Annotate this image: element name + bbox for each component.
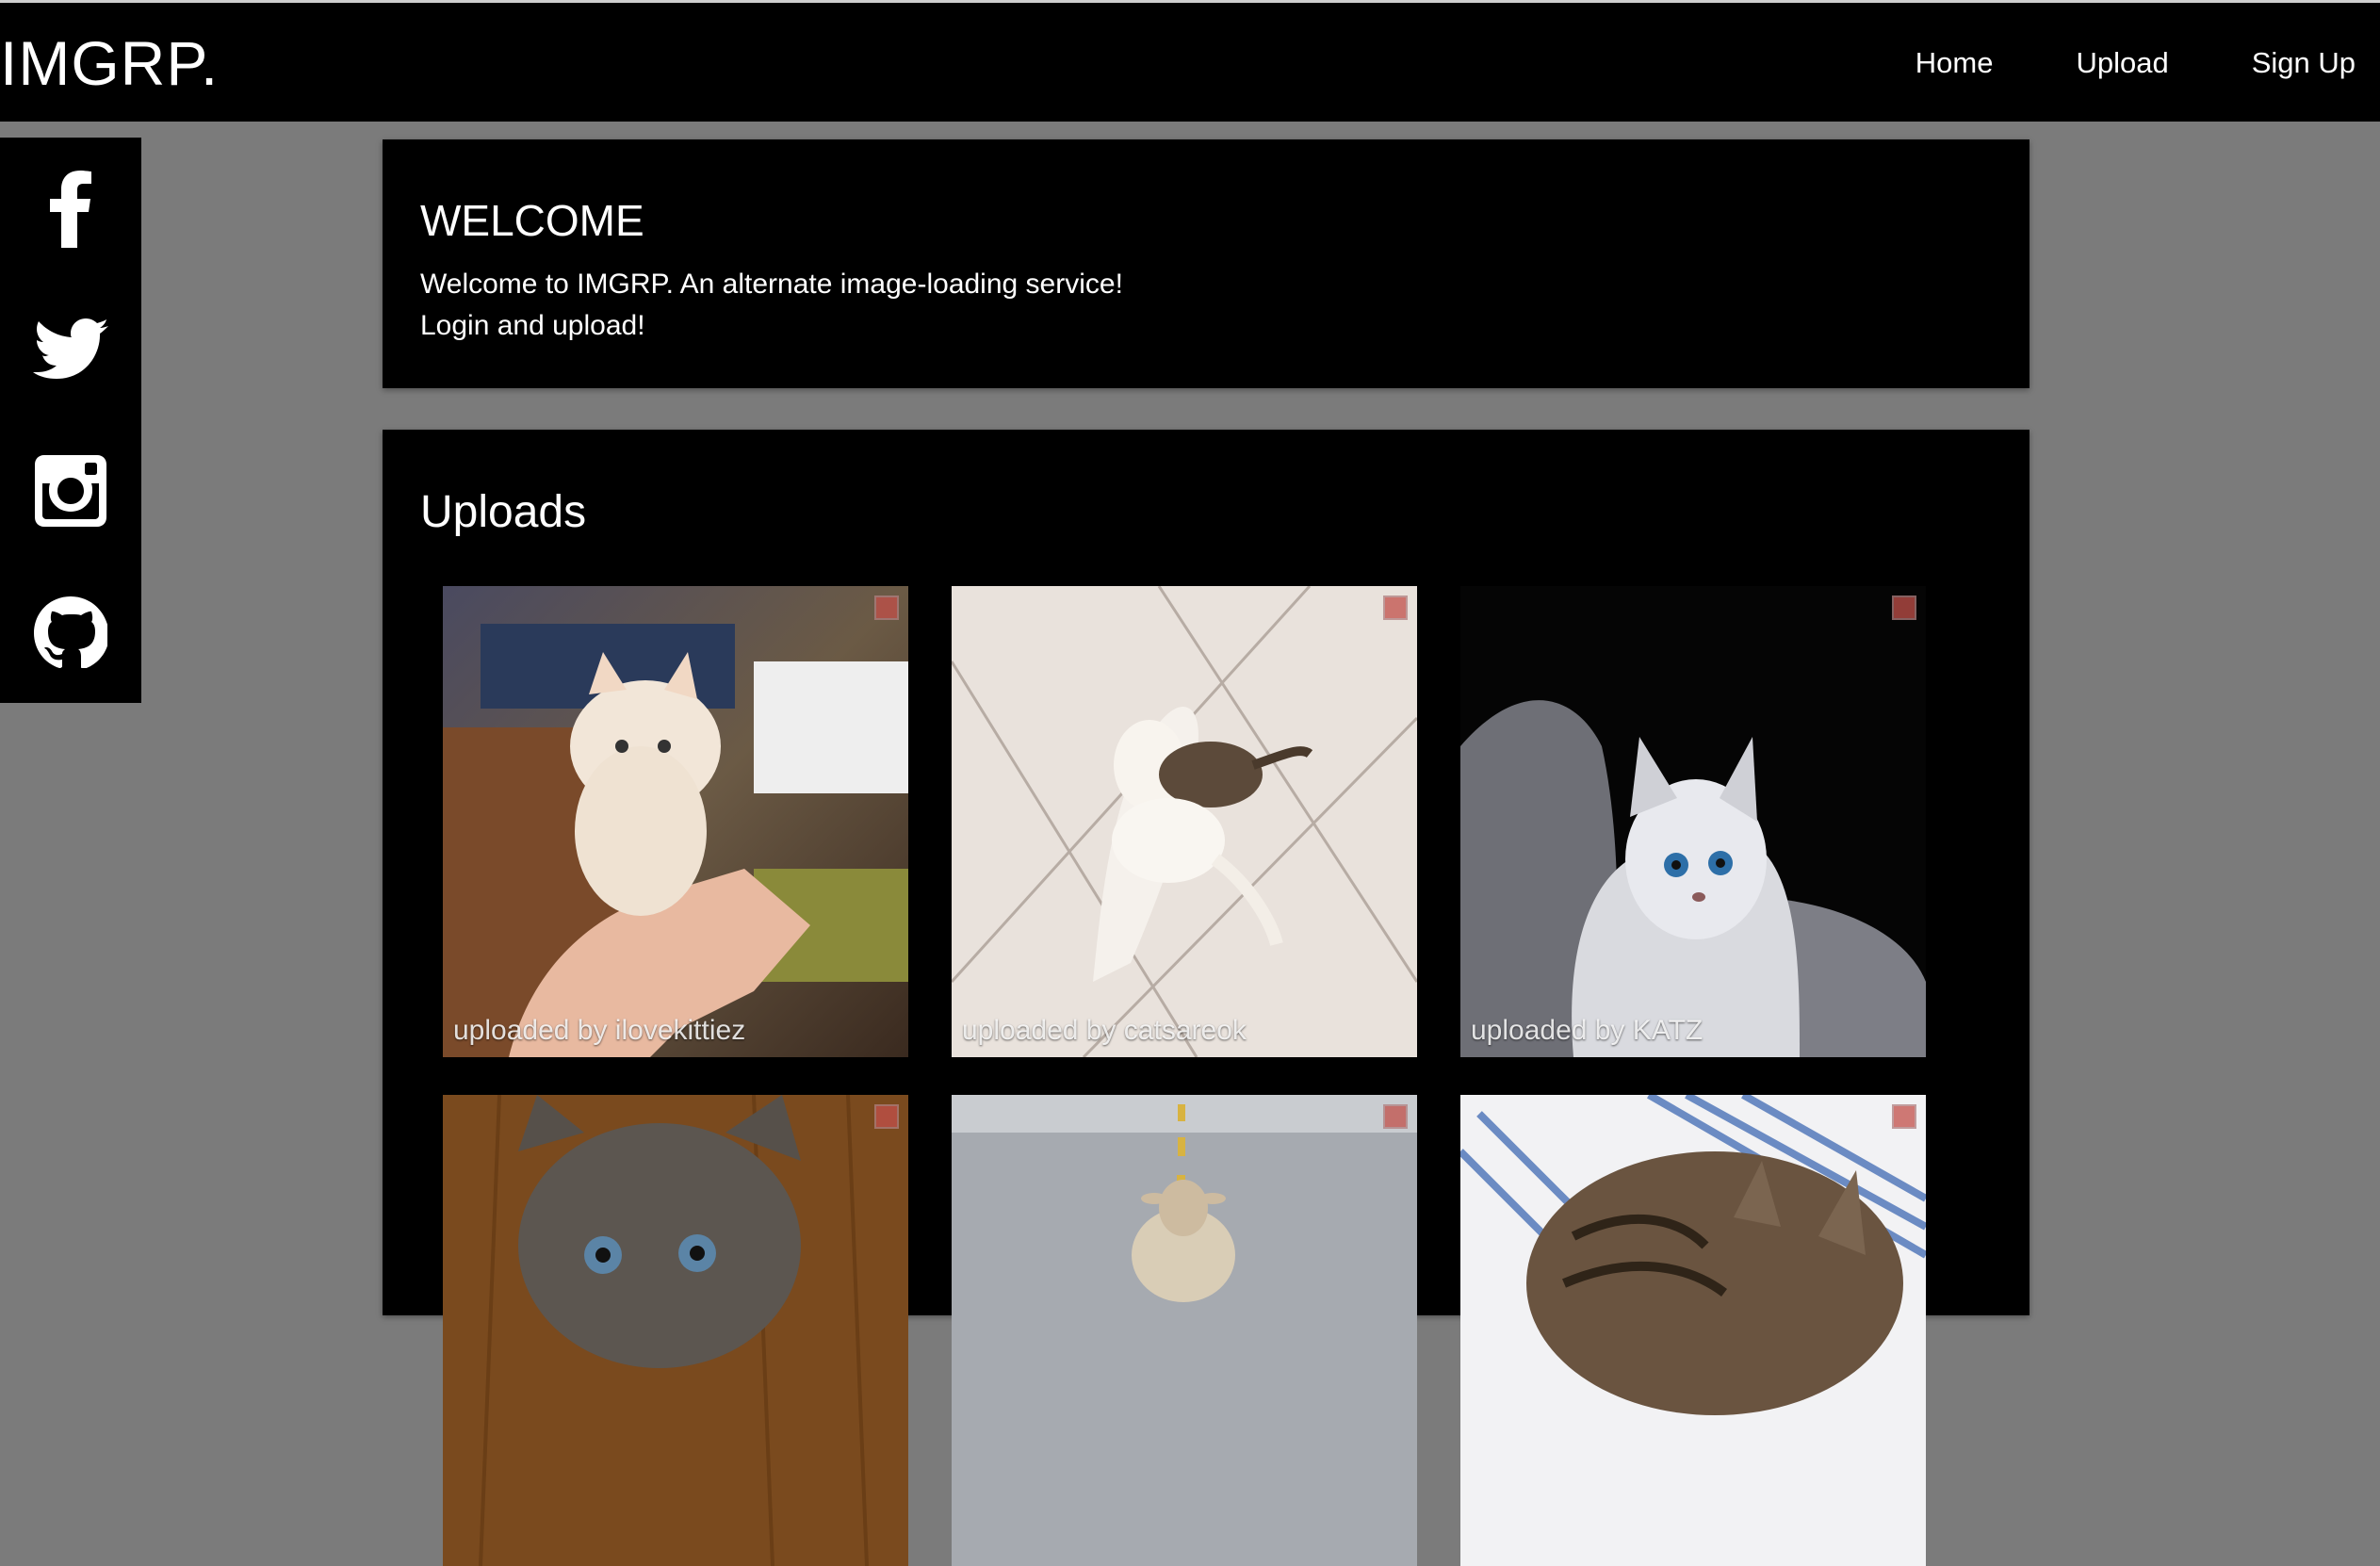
upload-image	[443, 1095, 908, 1566]
flag-icon[interactable]	[1383, 595, 1408, 620]
upload-caption: uploaded by catsareok	[962, 1015, 1247, 1046]
uploads-title: Uploads	[420, 487, 587, 537]
nav-signup-link[interactable]: Sign Up	[2252, 44, 2356, 82]
upload-image-tile[interactable]: uploaded by ilovekittiez	[443, 586, 908, 1057]
nav-upload-link[interactable]: Upload	[2076, 44, 2168, 82]
upload-image	[1460, 586, 1926, 1057]
brand-logo[interactable]: IMGRP.	[0, 25, 219, 101]
flag-icon[interactable]	[1383, 1104, 1408, 1129]
upload-image	[952, 586, 1417, 1057]
upload-image	[1460, 1095, 1926, 1566]
uploads-card: Uploads uploaded by ilovekittiez uploade…	[383, 430, 2030, 1566]
nav-links: Home Upload Sign Up	[1915, 44, 2356, 82]
facebook-icon[interactable]	[0, 138, 141, 279]
welcome-text-line1: Welcome to IMGRP. An alternate image-loa…	[420, 269, 1123, 300]
upload-image-tile[interactable]: uploaded by catsareok	[952, 586, 1417, 1057]
welcome-title: WELCOME	[420, 196, 644, 245]
upload-image	[443, 586, 908, 1057]
flag-icon[interactable]	[1892, 1104, 1916, 1129]
upload-image-tile[interactable]	[1460, 1095, 1926, 1566]
flag-icon[interactable]	[874, 1104, 899, 1129]
upload-image-tile[interactable]	[443, 1095, 908, 1566]
twitter-icon[interactable]	[0, 279, 141, 420]
social-sidebar	[0, 138, 141, 703]
upload-image	[952, 1095, 1417, 1566]
upload-caption: uploaded by ilovekittiez	[453, 1015, 746, 1046]
navbar: IMGRP. Home Upload Sign Up	[0, 3, 2380, 122]
upload-image-tile[interactable]	[952, 1095, 1417, 1566]
flag-icon[interactable]	[874, 595, 899, 620]
upload-caption: uploaded by KATZ	[1471, 1015, 1703, 1046]
upload-image-tile[interactable]: uploaded by KATZ	[1460, 586, 1926, 1057]
nav-home-link[interactable]: Home	[1915, 44, 1994, 82]
instagram-icon[interactable]	[0, 420, 141, 562]
github-icon[interactable]	[0, 562, 141, 703]
welcome-card: WELCOME Welcome to IMGRP. An alternate i…	[383, 139, 2030, 388]
flag-icon[interactable]	[1892, 595, 1916, 620]
welcome-text-line2: Login and upload!	[420, 310, 645, 341]
